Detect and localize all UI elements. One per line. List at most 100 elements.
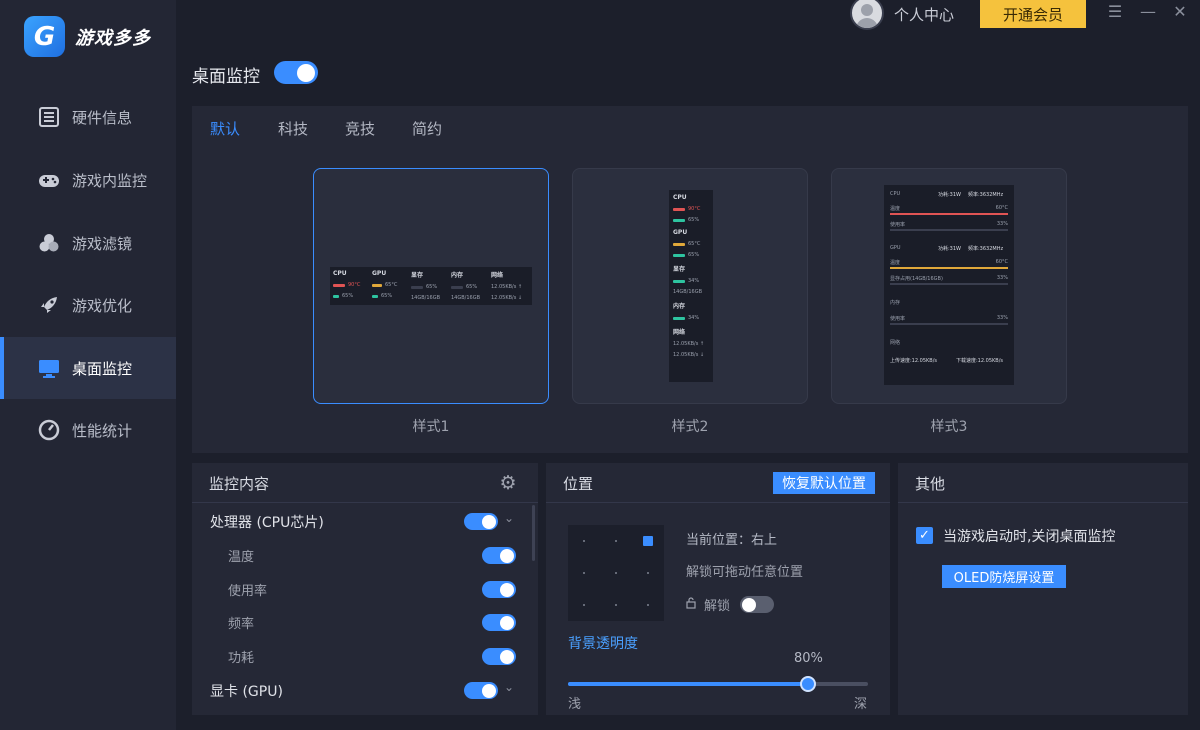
tab-esports[interactable]: 竞技 xyxy=(345,118,375,139)
vip-button[interactable]: 开通会员 xyxy=(980,0,1086,28)
usage-toggle[interactable] xyxy=(482,581,516,598)
tab-tech[interactable]: 科技 xyxy=(278,118,308,139)
gpu-toggle[interactable] xyxy=(464,682,498,699)
preview-row: 65°C xyxy=(673,241,709,247)
menu-icon[interactable]: ☰ xyxy=(1104,2,1126,21)
preview-value: 65°C xyxy=(688,241,701,247)
user-center-link[interactable]: 个人中心 xyxy=(894,4,954,25)
position-grid[interactable] xyxy=(568,525,664,621)
power-toggle[interactable] xyxy=(482,648,516,665)
preview-ram-label: 内存 xyxy=(890,300,901,306)
toggle-knob xyxy=(742,598,757,612)
monitor-row-power: 功耗 xyxy=(192,640,538,672)
preview-gpu-label: GPU xyxy=(372,270,387,277)
preview-row: 65% xyxy=(372,293,410,299)
style-card-3[interactable]: CPU 功耗:31W 频率:3632MHz 温度 60°C 使用率 33% GP… xyxy=(831,168,1067,404)
position-cell[interactable] xyxy=(615,572,617,574)
avatar[interactable] xyxy=(850,0,884,30)
slider-handle[interactable] xyxy=(800,676,816,692)
preview-vram-usage-label: 显存占用(14GB/16GB) xyxy=(890,276,943,282)
style-label-2: 样式2 xyxy=(671,419,709,435)
preview-bar xyxy=(890,267,1008,269)
preview-freq: 频率:3632MHz xyxy=(968,246,1004,252)
sidebar-item-performance-stats[interactable]: 性能统计 xyxy=(0,399,176,461)
panel-header: 其他 xyxy=(898,463,1188,503)
sidebar-item-hardware-info[interactable]: 硬件信息 xyxy=(0,86,176,148)
frequency-toggle[interactable] xyxy=(482,614,516,631)
preview-value: 14GB/16GB xyxy=(673,289,703,295)
position-cell[interactable] xyxy=(647,572,649,574)
preview-usage-label: 使用率 xyxy=(890,316,906,322)
close-monitor-checkbox[interactable]: ✓ xyxy=(916,527,933,544)
preview-vram-label: 显存 xyxy=(673,266,686,273)
other-panel: 其他 ✓ 当游戏启动时,关闭桌面监控 OLED防烧屏设置 xyxy=(898,463,1188,715)
preview-net-label: 网络 xyxy=(673,329,686,336)
checkbox-label[interactable]: 当游戏启动时,关闭桌面监控 xyxy=(943,526,1115,546)
row-label: 频率 xyxy=(228,617,255,632)
preview-temp-label: 温度 xyxy=(890,260,901,266)
preview-download: 下载速度:12.05KB/s xyxy=(956,358,1003,364)
chevron-down-icon[interactable]: ⌄ xyxy=(504,680,514,694)
reset-position-button[interactable]: 恢复默认位置 xyxy=(773,472,875,494)
row-label: 使用率 xyxy=(228,584,268,599)
style-card-1[interactable]: CPU 90°C 65% GPU 65°C 65% 显存 65% 14GB/16… xyxy=(313,168,549,404)
preview-value: 14GB/16GB xyxy=(451,295,481,301)
position-cell[interactable] xyxy=(583,572,585,574)
preview-row: 65% xyxy=(673,217,709,223)
current-position-text: 当前位置：右上 xyxy=(686,533,778,548)
toggle-knob xyxy=(500,549,514,563)
preview-ram-label: 内存 xyxy=(673,303,686,310)
position-cell-selected[interactable] xyxy=(643,536,653,546)
unlock-toggle[interactable] xyxy=(740,596,775,613)
toggle-knob xyxy=(500,650,514,664)
panel-title: 其他 xyxy=(915,475,946,493)
style-card-2[interactable]: CPU 90°C 65% GPU 65°C 65% 显存 34% 14GB/16… xyxy=(572,168,808,404)
preview-row: 65°C xyxy=(372,282,410,288)
toggle-knob xyxy=(482,515,496,529)
preview-temp-value: 60°C xyxy=(995,205,1008,211)
preview-row: 65% xyxy=(411,284,449,290)
position-cell[interactable] xyxy=(583,604,585,606)
position-cell[interactable] xyxy=(647,604,649,606)
preview-bar xyxy=(890,283,1008,285)
chevron-down-icon[interactable]: ⌄ xyxy=(504,511,514,525)
tab-default[interactable]: 默认 xyxy=(210,118,240,139)
opacity-label: 背景透明度 xyxy=(568,636,638,652)
sidebar-item-in-game-monitor[interactable]: 游戏内监控 xyxy=(0,149,176,211)
gauge-icon xyxy=(38,419,60,441)
preview-row: 65% xyxy=(673,252,709,258)
monitor-icon xyxy=(38,357,60,379)
sidebar-item-label: 游戏滤镜 xyxy=(72,234,133,253)
gear-icon[interactable]: ⚙ xyxy=(498,473,518,493)
close-icon[interactable]: ✕ xyxy=(1169,2,1191,21)
style-panel: 默认 科技 竞技 简约 CPU 90°C 65% GPU 65°C 65% 显存… xyxy=(192,106,1188,453)
temperature-toggle[interactable] xyxy=(482,547,516,564)
preview-row: 14GB/16GB xyxy=(411,295,449,301)
preview-value: 34% xyxy=(688,315,700,321)
scrollbar[interactable] xyxy=(532,505,535,561)
style2-preview: CPU 90°C 65% GPU 65°C 65% 显存 34% 14GB/16… xyxy=(669,190,713,382)
preview-usage-value: 33% xyxy=(996,315,1008,321)
preview-power: 功耗:31W xyxy=(938,192,961,198)
row-label: 功耗 xyxy=(228,651,255,666)
row-label: 显卡 (GPU) xyxy=(210,684,283,700)
sidebar-item-desktop-monitor[interactable]: 桌面监控 xyxy=(0,337,176,399)
preview-value: 34% xyxy=(688,278,700,284)
slider-fill xyxy=(568,682,808,686)
preview-row: 65% xyxy=(333,293,371,299)
minimize-icon[interactable]: — xyxy=(1137,2,1159,21)
tab-minimal[interactable]: 简约 xyxy=(412,118,442,139)
lock-label: 解锁 xyxy=(704,599,731,614)
position-cell[interactable] xyxy=(615,540,617,542)
opacity-slider[interactable] xyxy=(568,676,868,692)
app-name: 游戏多多 xyxy=(75,27,151,49)
sidebar-item-game-optimize[interactable]: 游戏优化 xyxy=(0,274,176,336)
position-cell[interactable] xyxy=(583,540,585,542)
toggle-knob xyxy=(482,684,496,698)
cpu-toggle[interactable] xyxy=(464,513,498,530)
sidebar-item-game-filter[interactable]: 游戏滤镜 xyxy=(0,212,176,274)
position-cell[interactable] xyxy=(615,604,617,606)
preview-row: 14GB/16GB xyxy=(673,289,709,295)
desktop-monitor-toggle[interactable] xyxy=(274,61,318,84)
oled-settings-button[interactable]: OLED防烧屏设置 xyxy=(942,565,1066,588)
